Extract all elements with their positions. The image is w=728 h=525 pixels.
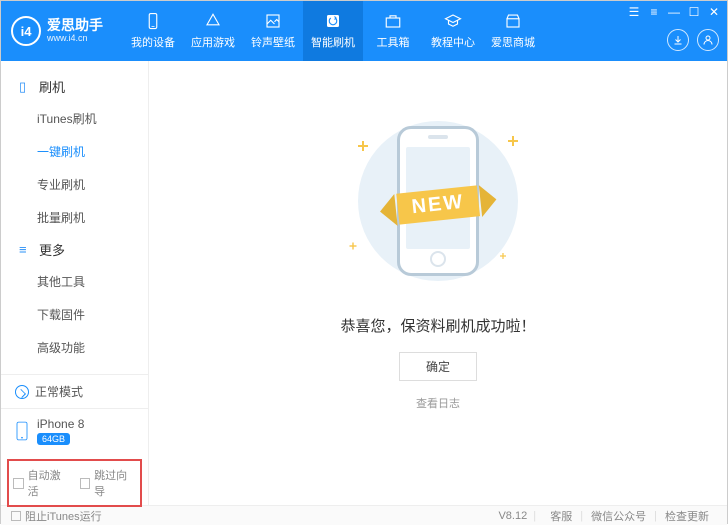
sidebar-item-download-firmware[interactable]: 下载固件 bbox=[1, 298, 148, 331]
storage-badge: 64GB bbox=[37, 433, 70, 445]
options-icon[interactable]: ≡ bbox=[647, 5, 661, 19]
device-info[interactable]: iPhone 8 64GB bbox=[1, 409, 148, 453]
phone-icon bbox=[144, 12, 162, 30]
tab-my-device[interactable]: 我的设备 bbox=[123, 1, 183, 61]
brand-name: 爱思助手 bbox=[47, 18, 103, 33]
checkbox-label: 自动激活 bbox=[28, 467, 70, 499]
sidebar-group-flash: ▯ 刷机 bbox=[1, 71, 148, 102]
group-title: 更多 bbox=[39, 240, 65, 259]
device-mode[interactable]: 正常模式 bbox=[1, 375, 148, 409]
mode-label: 正常模式 bbox=[35, 383, 83, 400]
tab-label: 智能刷机 bbox=[311, 34, 355, 50]
wallpaper-icon bbox=[264, 12, 282, 30]
phone-icon: ▯ bbox=[19, 79, 33, 95]
close-icon[interactable]: ✕ bbox=[707, 5, 721, 19]
refresh-icon bbox=[15, 385, 29, 399]
sidebar-item-advanced[interactable]: 高级功能 bbox=[1, 331, 148, 364]
main-content: NEW 恭喜您，保资料刷机成功啦！ 确定 查看日志 bbox=[149, 61, 727, 505]
store-icon bbox=[504, 12, 522, 30]
list-icon: ≡ bbox=[19, 242, 33, 257]
skip-wizard-checkbox[interactable]: 跳过向导 bbox=[80, 467, 137, 499]
logo-icon: i4 bbox=[11, 16, 41, 46]
sidebar-item-onekey-flash[interactable]: 一键刷机 bbox=[1, 135, 148, 168]
success-illustration: NEW bbox=[338, 111, 538, 291]
sidebar-group-more: ≡ 更多 bbox=[1, 234, 148, 265]
tab-flash[interactable]: 智能刷机 bbox=[303, 1, 363, 61]
flash-icon bbox=[324, 12, 342, 30]
tab-apps[interactable]: 应用游戏 bbox=[183, 1, 243, 61]
block-itunes-checkbox[interactable]: 阻止iTunes运行 bbox=[11, 508, 102, 524]
download-button[interactable] bbox=[667, 29, 689, 51]
tab-label: 教程中心 bbox=[431, 34, 475, 50]
tab-toolbox[interactable]: 工具箱 bbox=[363, 1, 423, 61]
device-name: iPhone 8 bbox=[37, 417, 84, 431]
top-nav: 我的设备 应用游戏 铃声壁纸 智能刷机 工具箱 教程中心 爱思商城 bbox=[123, 1, 543, 61]
wechat-link[interactable]: 微信公众号 bbox=[591, 508, 646, 524]
group-title: 刷机 bbox=[39, 77, 65, 96]
minimize-icon[interactable]: — bbox=[667, 5, 681, 19]
tab-label: 铃声壁纸 bbox=[251, 34, 295, 50]
window-controls: ☰ ≡ — ☐ ✕ bbox=[627, 5, 721, 19]
tab-store[interactable]: 爱思商城 bbox=[483, 1, 543, 61]
sidebar-item-batch-flash[interactable]: 批量刷机 bbox=[1, 201, 148, 234]
sidebar: ▯ 刷机 iTunes刷机 一键刷机 专业刷机 批量刷机 ≡ 更多 其他工具 下… bbox=[1, 61, 149, 505]
app-logo: i4 爱思助手 www.i4.cn bbox=[11, 16, 103, 46]
flash-options: 自动激活 跳过向导 bbox=[7, 459, 142, 507]
tab-tutorials[interactable]: 教程中心 bbox=[423, 1, 483, 61]
support-link[interactable]: 客服 bbox=[550, 508, 572, 524]
check-update-link[interactable]: 检查更新 bbox=[665, 508, 709, 524]
tab-label: 工具箱 bbox=[377, 34, 410, 50]
sidebar-item-pro-flash[interactable]: 专业刷机 bbox=[1, 168, 148, 201]
sidebar-item-itunes-flash[interactable]: iTunes刷机 bbox=[1, 102, 148, 135]
title-bar: i4 爱思助手 www.i4.cn 我的设备 应用游戏 铃声壁纸 智能刷机 工具… bbox=[1, 1, 727, 61]
brand-url: www.i4.cn bbox=[47, 34, 103, 44]
checkbox-label: 阻止iTunes运行 bbox=[25, 508, 102, 524]
tab-label: 爱思商城 bbox=[491, 34, 535, 50]
success-message: 恭喜您，保资料刷机成功啦！ bbox=[340, 315, 535, 336]
device-phone-icon bbox=[15, 421, 29, 441]
toolbox-icon bbox=[384, 12, 402, 30]
apps-icon bbox=[204, 12, 222, 30]
tab-label: 我的设备 bbox=[131, 34, 175, 50]
sidebar-item-other-tools[interactable]: 其他工具 bbox=[1, 265, 148, 298]
auto-activate-checkbox[interactable]: 自动激活 bbox=[13, 467, 70, 499]
header-right bbox=[667, 29, 719, 51]
menu-icon[interactable]: ☰ bbox=[627, 5, 641, 19]
maximize-icon[interactable]: ☐ bbox=[687, 5, 701, 19]
checkbox-label: 跳过向导 bbox=[94, 467, 136, 499]
tab-label: 应用游戏 bbox=[191, 34, 235, 50]
tab-ringtones[interactable]: 铃声壁纸 bbox=[243, 1, 303, 61]
version-label: V8.12 bbox=[498, 510, 527, 522]
user-button[interactable] bbox=[697, 29, 719, 51]
view-log-link[interactable]: 查看日志 bbox=[416, 395, 460, 411]
graduation-icon bbox=[444, 12, 462, 30]
confirm-button[interactable]: 确定 bbox=[399, 352, 477, 381]
